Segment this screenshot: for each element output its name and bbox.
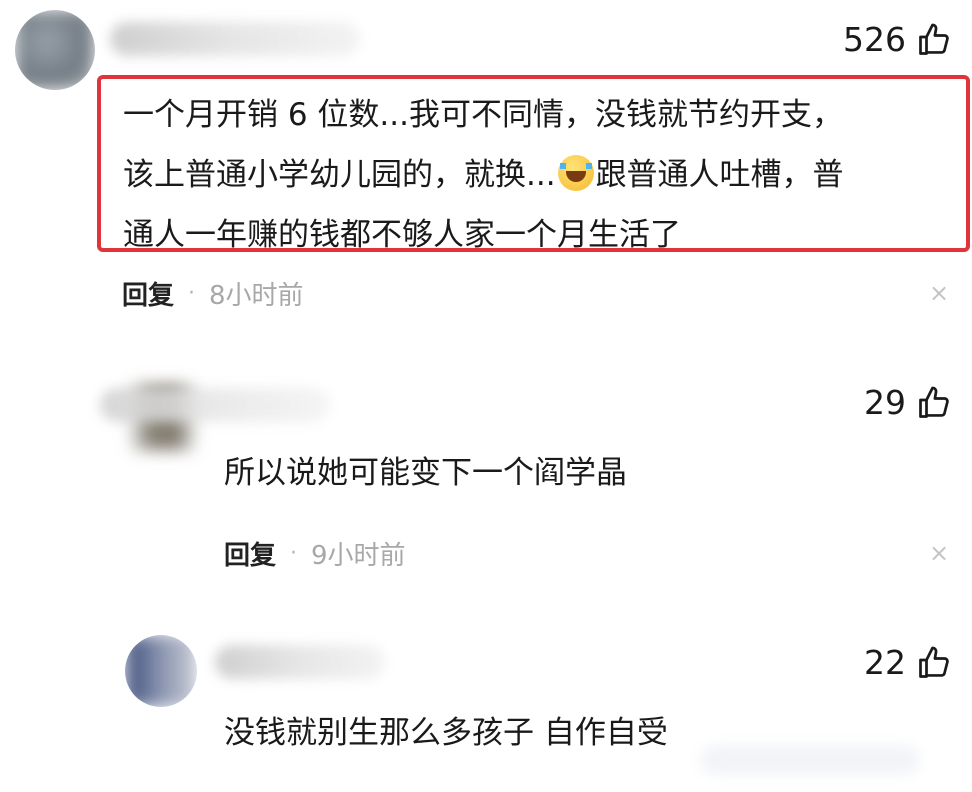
like-button[interactable]: 22 bbox=[864, 643, 952, 682]
avatar[interactable] bbox=[125, 635, 197, 707]
thumbs-up-icon bbox=[919, 23, 949, 55]
like-count: 29 bbox=[864, 383, 906, 422]
comment-meta: 回复 · 8小时前 bbox=[122, 275, 304, 312]
like-count: 22 bbox=[864, 643, 906, 682]
timestamp: 9小时前 bbox=[311, 541, 406, 571]
comment-text: 所以说她可能变下一个阎学晶 bbox=[224, 455, 627, 491]
comment-meta: 回复 · 9小时前 bbox=[224, 535, 406, 572]
comment-text: 一个月开销 6 位数...我可不同情，没钱就节约开支， 该上普通小学幼儿园的，就… bbox=[123, 85, 948, 265]
meta-separator: · bbox=[290, 541, 298, 566]
comment-line-2-end: 跟普通人吐槽，普 bbox=[595, 157, 844, 193]
like-button[interactable]: 526 bbox=[843, 20, 952, 59]
comment-text: 没钱就别生那么多孩子 自作自受 bbox=[224, 715, 668, 751]
like-count: 526 bbox=[843, 20, 906, 59]
username[interactable] bbox=[215, 645, 385, 679]
reply-button[interactable]: 回复 bbox=[224, 535, 276, 572]
avatar[interactable] bbox=[15, 10, 95, 90]
comment-line-2: 该上普通小学幼儿园的，就换... 跟普通人吐槽，普 bbox=[123, 145, 948, 205]
laughing-tears-emoji bbox=[557, 155, 594, 191]
meta-separator: · bbox=[188, 281, 196, 306]
close-icon[interactable]: × bbox=[929, 279, 949, 307]
comment-line-1: 一个月开销 6 位数...我可不同情，没钱就节约开支， bbox=[123, 97, 843, 133]
close-icon[interactable]: × bbox=[929, 539, 949, 567]
thumbs-up-icon bbox=[919, 386, 949, 418]
highlighted-comment-box: 一个月开销 6 位数...我可不同情，没钱就节约开支， 该上普通小学幼儿园的，就… bbox=[97, 75, 970, 253]
reply-button[interactable]: 回复 bbox=[122, 275, 174, 312]
timestamp: 8小时前 bbox=[209, 281, 304, 311]
username[interactable] bbox=[100, 388, 330, 422]
thumbs-up-icon bbox=[919, 646, 949, 678]
watermark bbox=[700, 745, 920, 775]
username[interactable] bbox=[110, 22, 360, 56]
comment-line-3: 通人一年赚的钱都不够人家一个月生活了 bbox=[123, 217, 681, 253]
like-button[interactable]: 29 bbox=[864, 383, 952, 422]
comment-line-2-start: 该上普通小学幼儿园的，就换... bbox=[123, 157, 556, 193]
